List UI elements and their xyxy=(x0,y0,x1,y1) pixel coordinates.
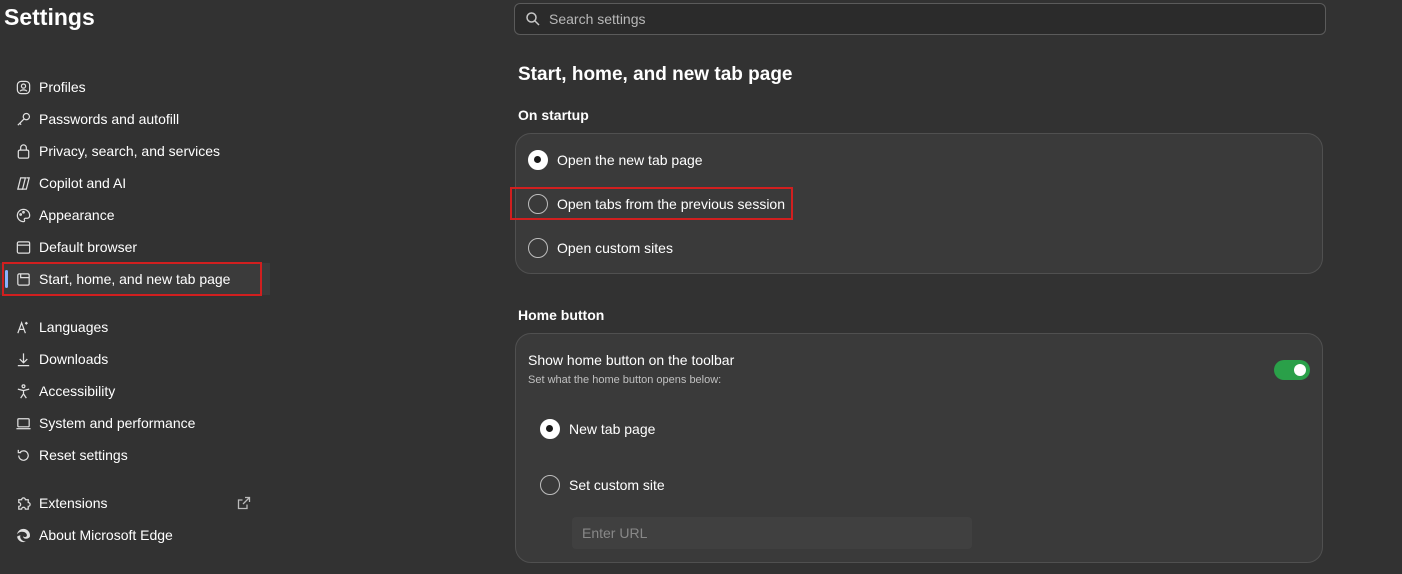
sidebar-item-label: Appearance xyxy=(39,207,115,223)
sidebar-item-label: Privacy, search, and services xyxy=(39,143,221,159)
sidebar-item-reset[interactable]: Reset settings xyxy=(0,439,270,471)
startup-section-label: On startup xyxy=(518,107,589,123)
sidebar-item-profiles[interactable]: Profiles xyxy=(0,71,270,103)
home-button-toggle[interactable] xyxy=(1274,360,1310,380)
sidebar-item-label: Default browser xyxy=(39,239,138,255)
external-link-icon[interactable] xyxy=(236,495,252,511)
app-title: Settings xyxy=(4,4,95,30)
languages-icon xyxy=(14,318,32,336)
startup-option-label: Open the new tab page xyxy=(557,152,703,168)
sidebar-item-label: System and performance xyxy=(39,415,196,431)
browser-icon xyxy=(14,238,32,256)
copilot-icon xyxy=(14,174,32,192)
sidebar-item-passwords[interactable]: Passwords and autofill xyxy=(0,103,270,135)
sidebar-item-appearance[interactable]: Appearance xyxy=(0,199,270,231)
puzzle-icon xyxy=(14,494,32,512)
page-title: Start, home, and new tab page xyxy=(518,64,793,85)
startup-option-label: Open custom sites xyxy=(557,240,673,256)
sidebar-item-label: Start, home, and new tab page xyxy=(39,271,231,287)
sidebar-item-extensions[interactable]: Extensions xyxy=(0,487,270,519)
search-input[interactable] xyxy=(549,11,1249,27)
home-section-label: Home button xyxy=(518,307,605,323)
sidebar-item-label: Copilot and AI xyxy=(39,175,127,191)
home-tab-icon xyxy=(14,270,32,288)
show-home-sublabel: Set what the home button opens below: xyxy=(528,374,722,386)
sidebar-item-default-browser[interactable]: Default browser xyxy=(0,231,270,263)
home-option-custom-site[interactable]: Set custom site xyxy=(540,475,665,495)
profile-icon xyxy=(14,78,32,96)
sidebar-item-label: Passwords and autofill xyxy=(39,111,180,127)
sidebar-item-accessibility[interactable]: Accessibility xyxy=(0,375,270,407)
startup-option-custom-sites[interactable]: Open custom sites xyxy=(528,238,673,258)
sidebar-item-label: Languages xyxy=(39,319,109,335)
home-option-label: New tab page xyxy=(569,421,656,437)
startup-option-label: Open tabs from the previous session xyxy=(557,196,786,212)
sidebar-item-downloads[interactable]: Downloads xyxy=(0,343,270,375)
sidebar-item-label: Extensions xyxy=(39,495,108,511)
sidebar-item-label: Reset settings xyxy=(39,447,128,463)
key-icon xyxy=(14,110,32,128)
lock-icon xyxy=(14,142,32,160)
startup-card: Open the new tab page Open tabs from the… xyxy=(515,133,1323,274)
show-home-label: Show home button on the toolbar xyxy=(528,352,735,368)
startup-option-new-tab[interactable]: Open the new tab page xyxy=(528,150,703,170)
laptop-icon xyxy=(14,414,32,432)
radio-unchecked[interactable] xyxy=(528,194,548,214)
startup-option-previous-session[interactable]: Open tabs from the previous session xyxy=(528,194,785,214)
sidebar-item-privacy[interactable]: Privacy, search, and services xyxy=(0,135,270,167)
sidebar-item-languages[interactable]: Languages xyxy=(0,311,270,343)
search-bar[interactable] xyxy=(514,3,1326,35)
reset-icon xyxy=(14,446,32,464)
search-icon xyxy=(526,12,540,26)
radio-unchecked[interactable] xyxy=(528,238,548,258)
sidebar-item-copilot[interactable]: Copilot and AI xyxy=(0,167,270,199)
sidebar-item-label: About Microsoft Edge xyxy=(39,527,173,543)
sidebar-item-about[interactable]: About Microsoft Edge xyxy=(0,519,270,551)
sidebar-item-label: Downloads xyxy=(39,351,109,367)
home-option-new-tab[interactable]: New tab page xyxy=(540,419,655,439)
custom-url-input[interactable] xyxy=(572,517,972,549)
download-icon xyxy=(14,350,32,368)
radio-unchecked[interactable] xyxy=(540,475,560,495)
home-button-card: Show home button on the toolbar Set what… xyxy=(515,333,1323,563)
sidebar-item-system[interactable]: System and performance xyxy=(0,407,270,439)
edge-icon xyxy=(14,526,32,544)
accessibility-icon xyxy=(14,382,32,400)
radio-checked[interactable] xyxy=(528,150,548,170)
sidebar-nav: Profiles Passwords and autofill Privacy,… xyxy=(0,71,270,551)
sidebar-item-start-home[interactable]: Start, home, and new tab page xyxy=(0,263,270,295)
home-option-label: Set custom site xyxy=(569,477,665,493)
sidebar-item-label: Accessibility xyxy=(39,383,116,399)
sidebar-item-label: Profiles xyxy=(39,79,86,95)
palette-icon xyxy=(14,206,32,224)
radio-checked[interactable] xyxy=(540,419,560,439)
